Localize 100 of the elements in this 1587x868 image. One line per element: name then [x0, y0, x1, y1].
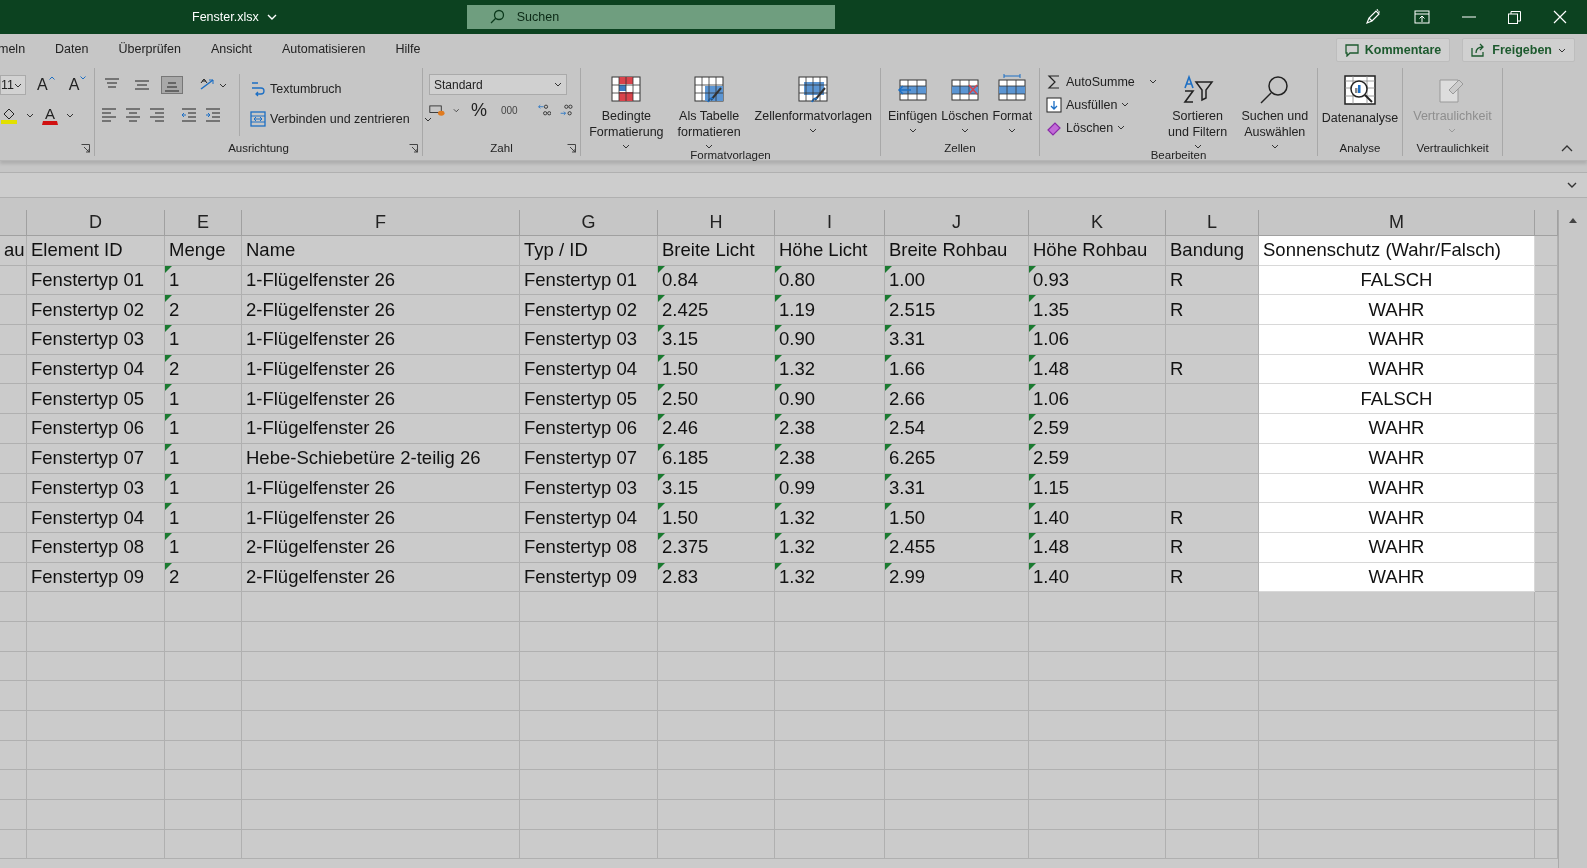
- column-header[interactable]: G: [520, 210, 658, 236]
- table-cell: [0, 740, 27, 771]
- table-cell: WAHR: [1259, 562, 1535, 593]
- ribbon-tab[interactable]: Ansicht: [196, 42, 267, 56]
- collapse-ribbon-icon[interactable]: [1561, 144, 1573, 152]
- table-cell: Fenstertyp 09: [27, 562, 165, 593]
- table-cell: [0, 800, 27, 830]
- table-cell: 1.32: [775, 354, 885, 385]
- data-analysis-button[interactable]: Datenanalyse: [1319, 70, 1401, 126]
- table-cell: Name: [242, 236, 520, 266]
- table-cell: 1-Flügelfenster 26: [242, 503, 520, 533]
- insert-cells-button[interactable]: Einfügen: [887, 70, 938, 133]
- number-format-dropdown[interactable]: Standard: [429, 74, 567, 95]
- group-label: Vertraulichkeit: [1416, 142, 1489, 154]
- conditional-formatting-button[interactable]: Bedingte Formatierung: [587, 70, 666, 149]
- table-cell: Fenstertyp 07: [520, 443, 658, 474]
- column-header[interactable]: K: [1029, 210, 1166, 236]
- increase-indent-icon[interactable]: [205, 108, 221, 122]
- error-indicator-icon: [775, 414, 782, 422]
- format-as-table-button[interactable]: Als Tabelle formatieren: [669, 70, 749, 149]
- clear-button[interactable]: Löschen: [1046, 116, 1157, 139]
- shrink-font-button[interactable]: A: [65, 74, 90, 96]
- find-select-button[interactable]: Suchen und Auswählen: [1238, 70, 1311, 149]
- table-cell: Fenstertyp 04: [520, 354, 658, 385]
- orientation-icon[interactable]: [199, 77, 229, 93]
- table-cell: [0, 414, 27, 444]
- column-header[interactable]: D: [27, 210, 165, 236]
- thousands-button[interactable]: 000: [497, 102, 521, 118]
- wrap-text-icon: [250, 80, 266, 98]
- table-cell: 1.40: [1029, 562, 1166, 593]
- align-left-icon[interactable]: [101, 108, 117, 122]
- column-header[interactable]: H: [658, 210, 775, 236]
- table-cell: 2.455: [885, 532, 1029, 563]
- comments-button[interactable]: Kommentare: [1335, 38, 1451, 62]
- scroll-up-icon[interactable]: [1568, 216, 1578, 224]
- error-indicator-icon: [885, 354, 892, 362]
- error-indicator-icon: [1029, 532, 1036, 540]
- error-indicator-icon: [885, 562, 892, 570]
- align-right-icon[interactable]: [149, 108, 165, 122]
- error-indicator-icon: [775, 354, 782, 362]
- pen-icon[interactable]: [1364, 8, 1382, 26]
- font-color-button[interactable]: A: [42, 105, 58, 125]
- error-indicator-icon: [165, 532, 172, 540]
- currency-icon[interactable]: [429, 102, 446, 118]
- ribbon-tab[interactable]: Hilfe: [380, 42, 436, 56]
- table-cell: 0.84: [658, 265, 775, 296]
- table-cell: 1.40: [1029, 503, 1166, 533]
- percent-button[interactable]: %: [467, 97, 490, 123]
- dialog-launcher-icon[interactable]: [409, 144, 418, 153]
- dialog-launcher-icon[interactable]: [567, 144, 576, 153]
- restore-icon[interactable]: [1508, 10, 1521, 24]
- ribbon-tab[interactable]: Automatisieren: [267, 42, 381, 56]
- table-cell: Hebe-Schiebetüre 2-teilig 26: [242, 443, 520, 474]
- decrease-decimal-icon[interactable]: [559, 101, 574, 119]
- column-header[interactable]: M: [1259, 210, 1535, 236]
- merge-center-button[interactable]: Verbinden und zentrieren: [250, 104, 432, 134]
- align-middle-icon: [134, 78, 150, 92]
- column-header[interactable]: F: [242, 210, 520, 236]
- table-cell: 0.93: [1029, 265, 1166, 296]
- fill-button[interactable]: Ausfüllen: [1046, 93, 1157, 116]
- error-indicator-icon: [885, 265, 892, 273]
- ribbon-display-icon[interactable]: [1414, 10, 1430, 24]
- font-size-field[interactable]: 11: [0, 75, 26, 95]
- table-cell: [0, 829, 27, 860]
- table-cell: 2.59: [1029, 443, 1166, 474]
- sort-filter-button[interactable]: Sortieren und Filtern: [1162, 70, 1233, 149]
- error-indicator-icon: [165, 414, 172, 422]
- table-cell: Fenstertyp 01: [27, 265, 165, 296]
- table-cell: 1.06: [1029, 325, 1166, 355]
- wrap-text-button[interactable]: Textumbruch: [250, 74, 432, 104]
- table-cell: [0, 592, 27, 622]
- dialog-launcher-icon[interactable]: [81, 144, 90, 153]
- share-button[interactable]: Freigeben: [1462, 38, 1575, 62]
- table-cell: 0.99: [775, 473, 885, 504]
- align-center-icon[interactable]: [125, 108, 141, 122]
- column-header[interactable]: E: [165, 210, 242, 236]
- caret-icon: [1148, 79, 1157, 84]
- decrease-indent-icon[interactable]: [181, 108, 197, 122]
- search-field[interactable]: Suchen: [466, 5, 835, 29]
- grow-font-button[interactable]: A: [34, 74, 58, 96]
- caret-icon: [809, 128, 818, 133]
- table-cell: [0, 295, 27, 326]
- window-title[interactable]: Fenster.xlsx: [192, 10, 277, 24]
- table-cell: Höhe Licht: [775, 236, 885, 266]
- vertical-align-button[interactable]: [161, 76, 183, 94]
- group-label: Zellen: [944, 142, 976, 154]
- cell-styles-button[interactable]: Zellenformatvorlagen: [752, 70, 874, 133]
- close-icon[interactable]: [1553, 10, 1567, 24]
- expand-icon[interactable]: [1567, 181, 1577, 189]
- autosum-button[interactable]: AutoSumme: [1046, 70, 1157, 93]
- data-analysis-icon: [1343, 74, 1377, 106]
- ribbon-tab[interactable]: Daten: [40, 42, 104, 56]
- column-header[interactable]: L: [1166, 210, 1259, 236]
- table-cell: 1: [165, 384, 242, 415]
- delete-cells-button[interactable]: Löschen: [941, 70, 989, 133]
- column-header[interactable]: I: [775, 210, 885, 236]
- ribbon-tab[interactable]: Überprüfen: [103, 42, 196, 56]
- format-cells-button[interactable]: Format: [992, 70, 1033, 133]
- column-header[interactable]: J: [885, 210, 1029, 236]
- table-cell: FALSCH: [1259, 265, 1535, 296]
